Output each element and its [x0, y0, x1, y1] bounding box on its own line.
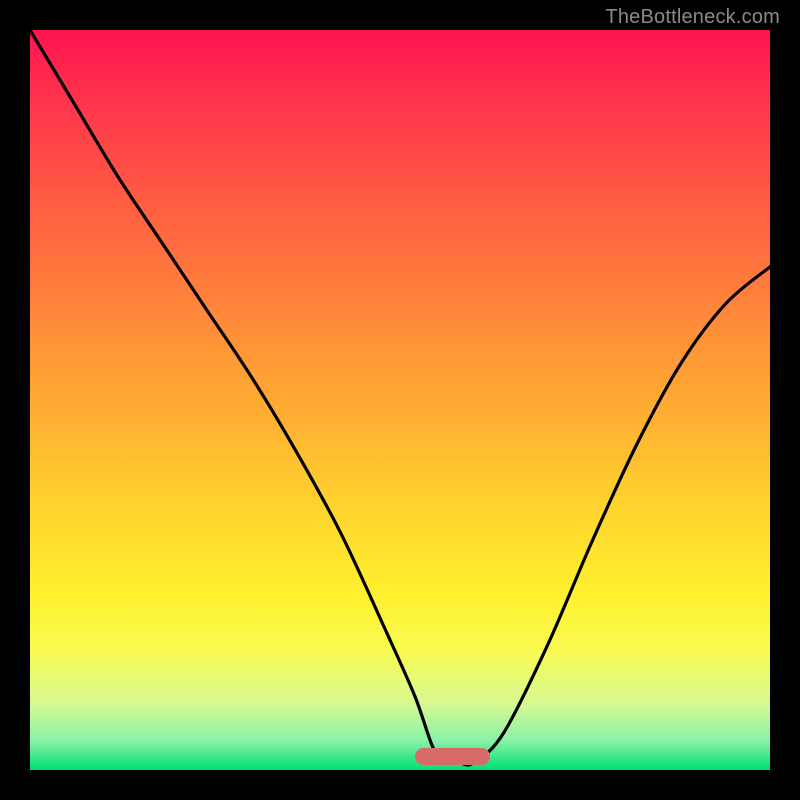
- watermark-label: TheBottleneck.com: [605, 6, 780, 29]
- bottleneck-curve: [30, 30, 770, 770]
- curve-path: [30, 30, 770, 765]
- chart-frame: TheBottleneck.com: [0, 0, 800, 800]
- optimal-region-marker: [415, 748, 490, 765]
- plot-area: [30, 30, 770, 770]
